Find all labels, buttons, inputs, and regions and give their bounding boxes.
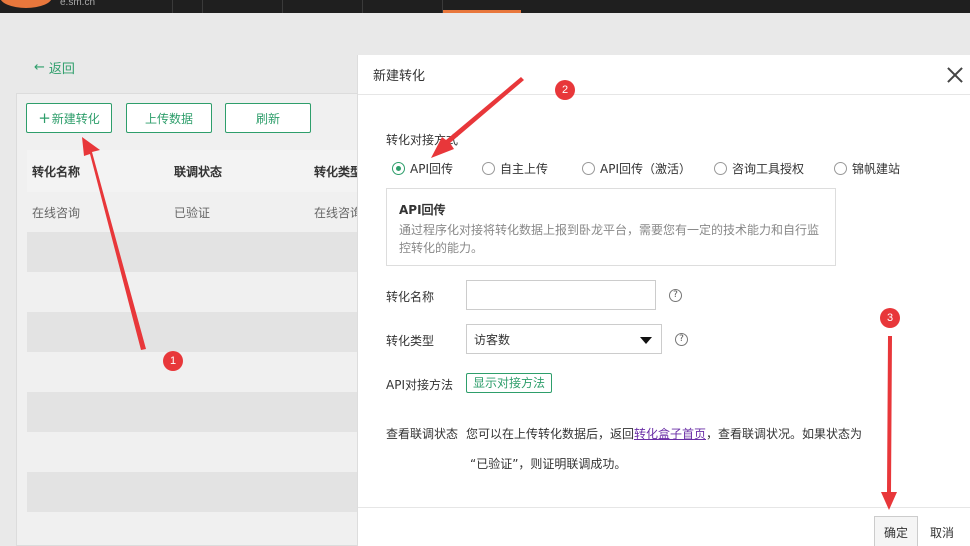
method-description: API回传 通过程序化对接将转化数据上报到卧龙平台，需要您有一定的技术能力和自行…	[386, 188, 836, 266]
conversion-box-home-link[interactable]: 转化盒子首页	[634, 427, 706, 441]
status-help-text: 您可以在上传转化数据后，返回转化盒子首页，查看联调状况。如果状态为 “已验证”，…	[466, 419, 862, 479]
description-title: API回传	[399, 203, 446, 217]
table-row[interactable]: 在线咨询 已验证 在线咨询	[27, 192, 370, 232]
radio-unchecked-icon	[482, 162, 495, 175]
nav-divider	[362, 0, 363, 13]
table-row-empty	[27, 272, 370, 312]
radio-unchecked-icon	[834, 162, 847, 175]
new-conversion-button[interactable]: + 新建转化	[26, 103, 112, 133]
table-row-empty	[27, 472, 370, 512]
radio-label: 自主上传	[500, 162, 549, 176]
upload-data-button[interactable]: 上传数据	[126, 103, 212, 133]
table-row-empty	[27, 312, 370, 352]
table-row-empty	[27, 232, 370, 272]
nav-divider	[172, 0, 173, 13]
table-row-empty	[27, 392, 370, 432]
back-link[interactable]: ← 返回	[34, 58, 75, 77]
table-row-empty	[27, 512, 370, 546]
refresh-button[interactable]: 刷新	[225, 103, 311, 133]
radio-api-activation[interactable]: API回传（激活）	[582, 160, 714, 177]
arrow-left-icon: ←	[34, 60, 45, 75]
nav-tab-active[interactable]	[443, 0, 521, 13]
status-text-part: ，查看联调状况。如果状态为	[706, 427, 863, 441]
plus-icon: +	[38, 109, 51, 127]
radio-label: API回传（激活）	[600, 162, 691, 176]
type-label: 转化类型	[386, 334, 435, 348]
status-text-part: 您可以在上传转化数据后，返回	[466, 427, 635, 441]
status-line-2: “已验证”，则证明联调成功。	[470, 457, 627, 471]
conversion-type-select[interactable]: 访客数	[466, 324, 662, 354]
table-row-empty	[27, 352, 370, 392]
radio-consult-tool[interactable]: 咨询工具授权	[714, 160, 834, 177]
new-conversion-dialog: 新建转化 转化对接方式 API回传 自主上传 API回传（激活） 咨询工具授权 …	[357, 55, 970, 546]
caret-down-icon	[640, 337, 652, 344]
help-icon[interactable]: ?	[675, 333, 688, 346]
top-bar: e.sm.cn	[0, 0, 970, 13]
confirm-button[interactable]: 确定	[874, 516, 918, 546]
column-header-status[interactable]: 联调状态	[169, 163, 309, 180]
table-header: 转化名称 联调状态 转化类型	[27, 150, 370, 192]
brand-domain: e.sm.cn	[60, 0, 96, 8]
radio-label: 锦帆建站	[852, 162, 901, 176]
method-radio-group: API回传 自主上传 API回传（激活） 咨询工具授权 锦帆建站	[392, 160, 914, 177]
status-label: 查看联调状态	[386, 427, 459, 441]
close-icon[interactable]	[944, 64, 966, 86]
conversion-name-input[interactable]	[466, 280, 656, 310]
cell-status: 已验证	[174, 205, 211, 220]
name-label: 转化名称	[386, 290, 435, 304]
step-badge-2: 2	[555, 80, 575, 100]
new-conversion-label: 新建转化	[51, 111, 100, 126]
radio-unchecked-icon	[714, 162, 727, 175]
method-label: 转化对接方式	[386, 133, 459, 147]
dialog-title: 新建转化	[373, 69, 426, 84]
back-label: 返回	[48, 62, 75, 77]
nav-divider	[202, 0, 203, 13]
status-line-1: 您可以在上传转化数据后，返回转化盒子首页，查看联调状况。如果状态为	[466, 419, 862, 449]
table-row-empty	[27, 432, 370, 472]
column-header-name[interactable]: 转化名称	[27, 163, 169, 180]
help-icon[interactable]: ?	[669, 289, 682, 302]
dialog-header: 新建转化	[358, 55, 970, 95]
conversion-table: 转化名称 联调状态 转化类型 在线咨询 已验证 在线咨询	[27, 150, 370, 546]
description-text: 通过程序化对接将转化数据上报到卧龙平台，需要您有一定的技术能力和自行监控转化的能…	[399, 223, 820, 255]
radio-label: 咨询工具授权	[732, 162, 805, 176]
brand-logo	[0, 0, 52, 8]
api-label: API对接方法	[386, 378, 453, 392]
nav-divider	[282, 0, 283, 13]
radio-api[interactable]: API回传	[392, 160, 482, 177]
cancel-button[interactable]: 取消	[924, 516, 960, 546]
cell-name: 在线咨询	[32, 205, 81, 220]
radio-site-builder[interactable]: 锦帆建站	[834, 160, 914, 177]
step-badge-1: 1	[163, 351, 183, 371]
radio-unchecked-icon	[582, 162, 595, 175]
dialog-footer: 确定 取消	[358, 507, 970, 546]
radio-manual-upload[interactable]: 自主上传	[482, 160, 582, 177]
radio-label: API回传	[410, 162, 453, 176]
step-badge-3: 3	[880, 308, 900, 328]
select-value: 访客数	[474, 332, 511, 347]
show-api-method-button[interactable]: 显示对接方法	[466, 373, 553, 393]
radio-checked-icon	[392, 162, 405, 175]
